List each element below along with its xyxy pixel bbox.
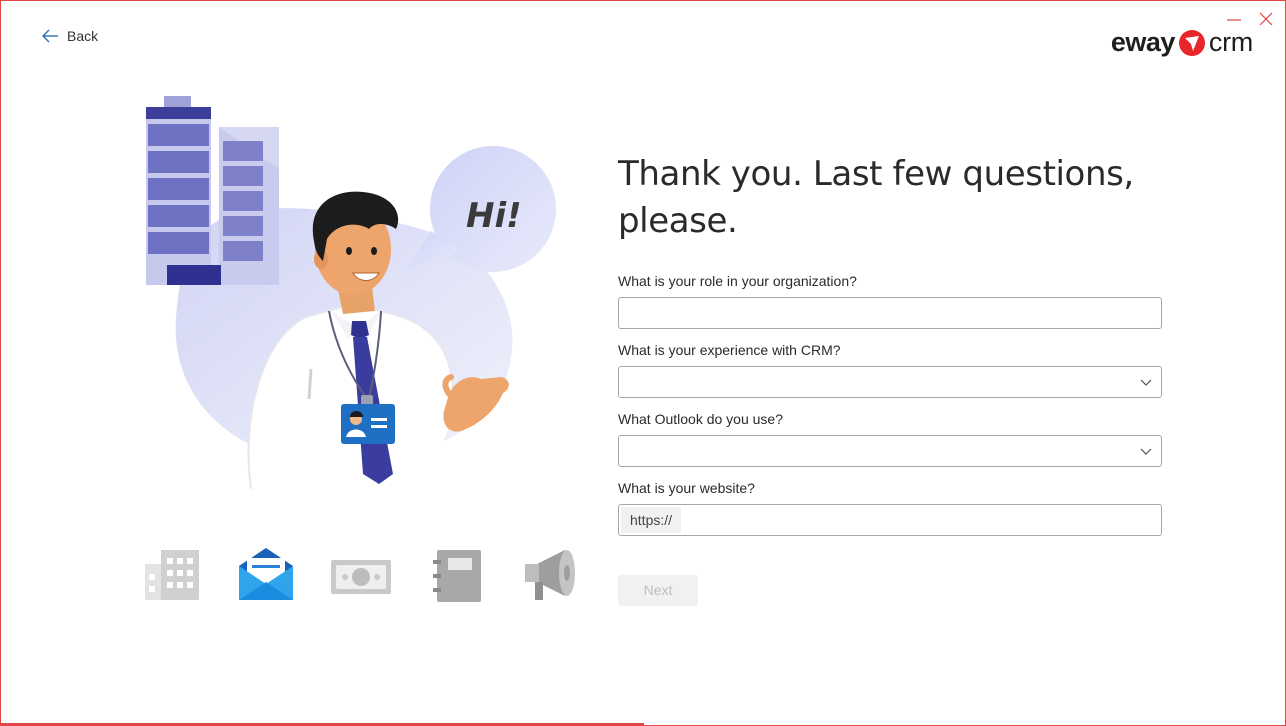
website-input[interactable]: https:// bbox=[618, 504, 1162, 536]
role-label: What is your role in your organization? bbox=[618, 273, 857, 289]
close-icon bbox=[1259, 12, 1273, 26]
role-field-group: What is your role in your organization? bbox=[618, 272, 1162, 329]
app-window: Back eway crm Hi! Thank you. Last few qu… bbox=[0, 0, 1286, 726]
close-button[interactable] bbox=[1255, 9, 1277, 29]
chevron-down-icon bbox=[1140, 379, 1152, 386]
businessman-illustration: Hi! bbox=[146, 96, 556, 490]
minimize-button[interactable] bbox=[1223, 9, 1245, 29]
mail-icon bbox=[239, 548, 293, 600]
welcome-illustration: Hi! bbox=[131, 89, 581, 499]
arrow-left-icon bbox=[42, 29, 58, 43]
back-label: Back bbox=[67, 28, 99, 44]
logo-mark-icon bbox=[1178, 29, 1205, 56]
website-field-group: What is your website? https:// bbox=[618, 479, 1162, 536]
logo-text-eway: eway bbox=[1110, 27, 1176, 57]
megaphone-icon bbox=[525, 550, 575, 600]
back-button[interactable]: Back bbox=[41, 28, 98, 44]
speech-bubble-text: Hi! bbox=[466, 196, 522, 236]
crm-experience-label: What is your experience with CRM? bbox=[618, 342, 841, 358]
website-prefix: https:// bbox=[621, 507, 682, 533]
notebook-icon bbox=[433, 550, 481, 602]
progress-strip bbox=[1, 723, 644, 725]
chevron-down-icon bbox=[1140, 448, 1152, 455]
building-icon bbox=[145, 550, 199, 600]
window-controls bbox=[1223, 9, 1277, 29]
app-icons-row bbox=[143, 546, 583, 606]
money-icon bbox=[331, 560, 391, 594]
website-label: What is your website? bbox=[618, 480, 755, 496]
logo-text-crm: crm bbox=[1208, 27, 1253, 57]
role-input[interactable] bbox=[618, 297, 1162, 329]
crm-experience-select[interactable] bbox=[618, 366, 1162, 398]
outlook-label: What Outlook do you use? bbox=[618, 411, 783, 427]
questions-form: Thank you. Last few questions, please. Wh… bbox=[618, 151, 1162, 606]
eway-crm-logo: eway crm bbox=[1111, 27, 1253, 58]
page-title: Thank you. Last few questions, please. bbox=[618, 154, 1134, 241]
outlook-field-group: What Outlook do you use? bbox=[618, 410, 1162, 467]
minimize-icon bbox=[1227, 19, 1241, 21]
outlook-select[interactable] bbox=[618, 435, 1162, 467]
role-text-input[interactable] bbox=[619, 298, 1161, 328]
crm-experience-field-group: What is your experience with CRM? bbox=[618, 341, 1162, 398]
next-button[interactable]: Next bbox=[618, 575, 698, 606]
